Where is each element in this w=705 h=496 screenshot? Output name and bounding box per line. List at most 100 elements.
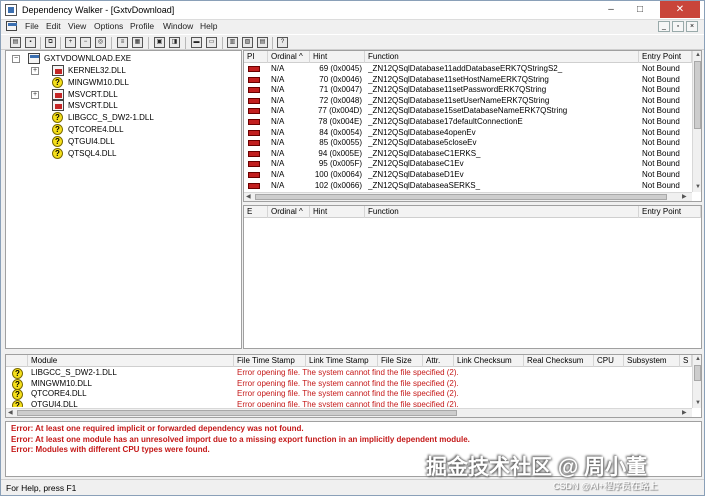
import-row[interactable]: N/A 95 (0x005F) _ZN12QSqlDatabaseC1Ev Not B… [244,159,692,170]
scroll-right-arrow[interactable]: ▶ [682,409,687,417]
column-header-entry-point[interactable]: Entry Point [639,206,701,218]
parent-imports-horizontal-scrollbar[interactable]: ◀ ▶ [244,192,692,201]
maximize-button[interactable]: □ [627,1,653,18]
column-header-function[interactable]: Function [365,206,639,218]
import-row[interactable]: N/A 69 (0x0045) _ZN12QSqlDatabase11addData… [244,64,692,75]
column-header-link-checksum[interactable]: Link Checksum [454,355,524,367]
scroll-up-arrow[interactable]: ▲ [695,51,701,60]
module-row[interactable]: ? QTGUI4.DLL Error opening file. The syste… [6,399,692,407]
parent-imports-pane[interactable]: PI Ordinal ^ Hint Function Entry Point N… [243,50,702,202]
save-button[interactable]: ▪ [24,36,37,49]
menu-edit[interactable]: Edit [46,21,61,31]
exports-pane[interactable]: E Ordinal ^ Hint Function Entry Point [243,205,702,349]
menu-profile[interactable]: Profile [130,21,154,31]
minimize-button[interactable]: – [598,1,624,18]
module-row[interactable]: ? LIBGCC_S_DW2-1.DLL Error opening file. T… [6,368,692,379]
help-button[interactable]: ? [276,36,289,49]
full-paths-button[interactable]: ▣ [153,36,166,49]
column-header-cpu[interactable]: CPU [594,355,624,367]
find-button[interactable]: ◎ [94,36,107,49]
column-header-pi[interactable]: PI [244,51,268,63]
tree-item[interactable]: + MSVCRT.DLL [6,88,236,101]
tree-item[interactable]: ? QTGUI4.DLL [6,135,236,148]
column-header-module[interactable]: Module [28,355,234,367]
tree-item[interactable]: ? QTSQL4.DLL [6,147,236,160]
scroll-up-arrow[interactable]: ▲ [695,355,701,364]
mdi-restore-button[interactable]: ▫ [672,21,684,32]
module-tree-pane[interactable]: − GXTVDOWNLOAD.EXE + KERNEL32.DLL? MINGWM1… [5,50,242,349]
import-row[interactable]: N/A 72 (0x0048) _ZN12QSqlDatabase11setUser… [244,96,692,107]
import-row[interactable]: N/A 77 (0x004D) _ZN12QSqlDatabase15setData… [244,106,692,117]
parent-imports-vertical-scrollbar[interactable]: ▲ ▼ [692,51,701,192]
column-header-attr[interactable]: Attr. [423,355,454,367]
tree-item[interactable]: + KERNEL32.DLL [6,65,236,77]
column-header-hint[interactable]: Hint [310,51,365,63]
scroll-right-arrow[interactable]: ▶ [682,193,687,201]
child-window-icon[interactable] [6,21,17,31]
tree-item[interactable]: ? MINGWM10.DLL [6,76,236,89]
open-button[interactable]: ▤ [9,36,22,49]
list-button[interactable]: ▤ [256,36,269,49]
app-icon[interactable] [5,4,17,16]
column-header-link-time-stamp[interactable]: Link Time Stamp [306,355,378,367]
column-header-function[interactable]: Function [365,51,639,63]
module-list-vertical-scrollbar[interactable]: ▲ ▼ [692,355,701,408]
tree-root[interactable]: − GXTVDOWNLOAD.EXE [6,53,236,65]
mdi-minimize-button[interactable]: _ [658,21,670,32]
view-button[interactable]: ▦ [131,36,144,49]
import-row[interactable]: N/A 84 (0x0054) _ZN12QSqlDatabase4openEv No… [244,128,692,139]
close-button[interactable]: ✕ [660,1,700,18]
module-list-pane[interactable]: Module File Time Stamp Link Time Stamp F… [5,354,702,418]
properties-button[interactable]: ≡ [116,36,129,49]
tree-item[interactable]: MSVCRT.DLL [6,100,236,112]
import-row[interactable]: N/A 70 (0x0046) _ZN12QSqlDatabase11setHost… [244,75,692,86]
scroll-left-arrow[interactable]: ◀ [8,409,13,417]
module-row[interactable]: ? MINGWM10.DLL Error opening file. The sys… [6,378,692,390]
menu-view[interactable]: View [68,21,86,31]
column-header-file-size[interactable]: File Size [378,355,423,367]
tree-collapse-toggle[interactable]: − [12,55,20,63]
expand-button[interactable]: + [64,36,77,49]
tile-button[interactable]: ▥ [226,36,239,49]
system-button[interactable]: ▭ [205,36,218,49]
column-header-ordinal[interactable]: Ordinal ^ [268,206,310,218]
collapse-button[interactable]: − [79,36,92,49]
menu-help[interactable]: Help [200,21,217,31]
module-list-horizontal-scrollbar[interactable]: ◀ ▶ [6,408,692,417]
tree-expand-toggle[interactable]: + [31,67,39,75]
import-row[interactable]: N/A 102 (0x0066) _ZN12QSqlDatabaseaSERKS_ N… [244,181,692,192]
tree-item[interactable]: ? QTCORE4.DLL [6,124,236,136]
tree-item[interactable]: ? LIBGCC_S_DW2-1.DLL [6,112,236,124]
undecorate-button[interactable]: ◨ [168,36,181,49]
menu-file[interactable]: File [25,21,39,31]
scroll-down-arrow[interactable]: ▼ [695,399,701,408]
menu-options[interactable]: Options [94,21,123,31]
tree-expand-toggle[interactable]: + [31,90,39,99]
mdi-close-button[interactable]: × [686,21,698,32]
menu-window[interactable]: Window [163,21,193,31]
module-row[interactable]: ? QTCORE4.DLL Error opening file. The syst… [6,389,692,400]
import-row[interactable]: N/A 71 (0x0047) _ZN12QSqlDatabase11setPass… [244,85,692,96]
column-header-icon[interactable] [6,355,28,367]
scroll-thumb[interactable] [694,61,701,129]
scroll-thumb[interactable] [694,365,701,381]
column-header-hint[interactable]: Hint [310,206,365,218]
import-row[interactable]: N/A 85 (0x0055) _ZN12QSqlDatabase5closeEv N… [244,138,692,149]
column-header-ordinal[interactable]: Ordinal ^ [268,51,310,63]
import-row[interactable]: N/A 100 (0x0064) _ZN12QSqlDatabaseD1Ev Not … [244,170,692,181]
column-header-s[interactable]: S [680,355,692,367]
import-row[interactable]: N/A 94 (0x005E) _ZN12QSqlDatabaseC1ERKS_ No… [244,149,692,160]
scroll-thumb[interactable] [17,410,457,416]
cascade-button[interactable]: ▧ [241,36,254,49]
column-header-file-time-stamp[interactable]: File Time Stamp [234,355,306,367]
scroll-thumb[interactable] [255,194,667,200]
import-row[interactable]: N/A 78 (0x004E) _ZN12QSqlDatabase17default… [244,117,692,128]
copy-button[interactable]: ⧉ [44,36,57,49]
title-bar[interactable]: Dependency Walker - [GxtvDownload] – □ ✕ [1,1,704,20]
column-header-e[interactable]: E [244,206,268,218]
scroll-down-arrow[interactable]: ▼ [695,183,701,192]
column-header-real-checksum[interactable]: Real Checksum [524,355,594,367]
function-button[interactable]: ▬ [190,36,203,49]
scroll-left-arrow[interactable]: ◀ [246,193,251,201]
column-header-entry-point[interactable]: Entry Point [639,51,692,63]
